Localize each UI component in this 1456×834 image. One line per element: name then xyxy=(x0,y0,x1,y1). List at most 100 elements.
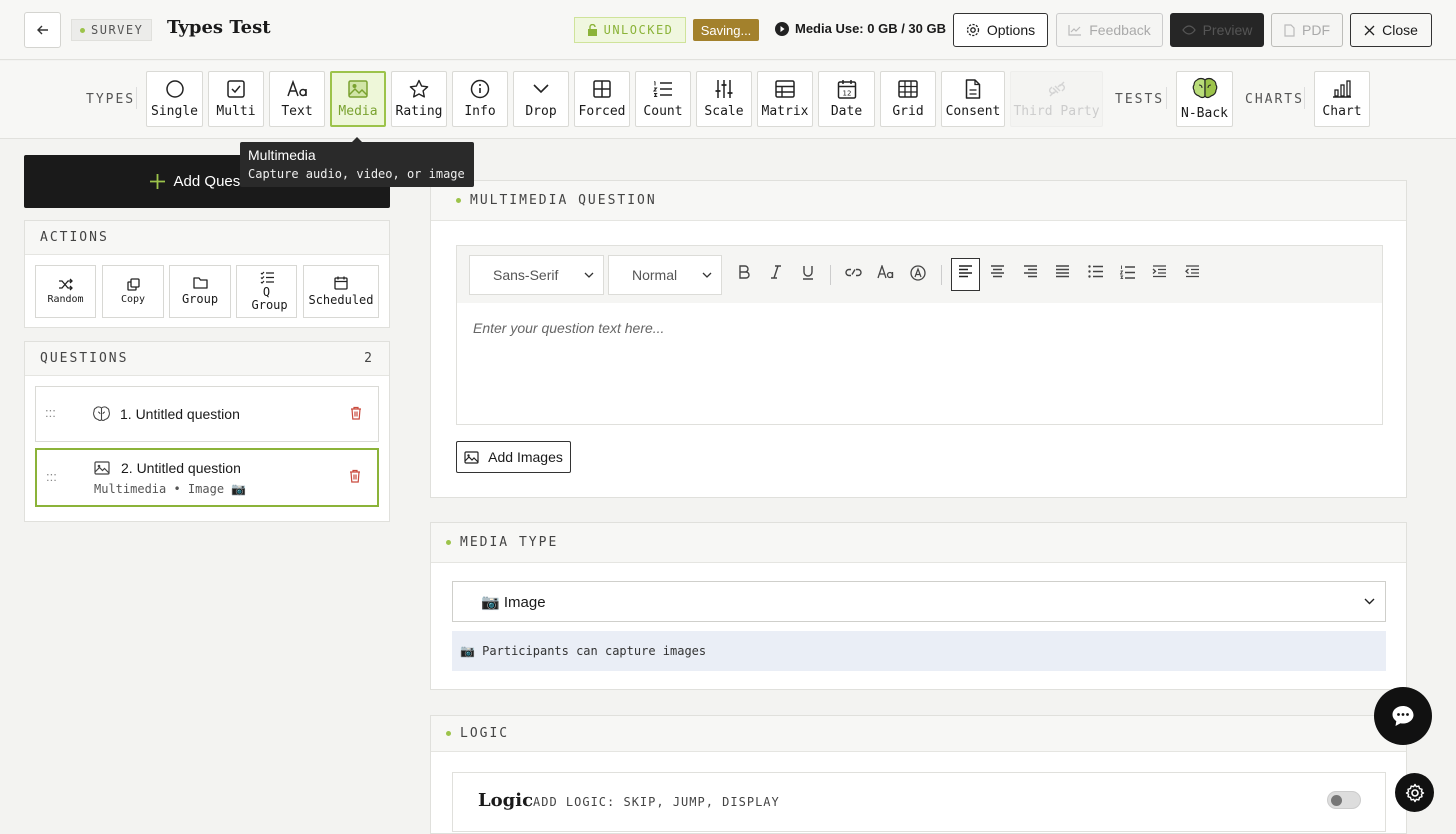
info-icon xyxy=(470,79,490,99)
q-group-button[interactable]: Q Group xyxy=(236,265,297,318)
question-item-1[interactable]: ::: 1. Untitled question xyxy=(35,386,379,442)
scheduled-button[interactable]: Scheduled xyxy=(303,265,379,318)
table-icon xyxy=(898,80,918,98)
pdf-button[interactable]: PDF xyxy=(1271,13,1343,47)
type-media-label: Media xyxy=(338,104,378,119)
text-style-button[interactable] xyxy=(877,265,895,279)
type-forced-button[interactable]: Forced xyxy=(574,71,630,127)
feedback-button[interactable]: Feedback xyxy=(1056,13,1163,47)
unlocked-badge[interactable]: UNLOCKED xyxy=(574,17,686,43)
delete-question-button[interactable] xyxy=(350,406,362,420)
align-right-button[interactable] xyxy=(1023,265,1038,278)
type-media-button[interactable]: Media xyxy=(330,71,386,127)
type-drop-button[interactable]: Drop xyxy=(513,71,569,127)
underline-button[interactable] xyxy=(802,265,814,280)
charts-label: CHARTS xyxy=(1245,92,1304,107)
chevron-down-icon xyxy=(533,84,549,94)
q-group-label: Q Group xyxy=(251,285,288,312)
tooltip-description: Capture audio, video, or image xyxy=(248,167,465,181)
type-consent-button[interactable]: Consent xyxy=(941,71,1005,127)
media-type-select[interactable]: 📷 Image xyxy=(452,581,1386,622)
type-count-button[interactable]: Count xyxy=(635,71,691,127)
ordered-list-button[interactable] xyxy=(1120,265,1135,280)
questions-header-label: QUESTIONS xyxy=(40,351,129,366)
close-button[interactable]: Close xyxy=(1350,13,1432,47)
play-circle-icon xyxy=(775,21,789,36)
editor-toolbar: Sans-Serif Normal xyxy=(457,246,1382,303)
font-family-select[interactable]: Sans-Serif xyxy=(469,255,604,295)
drag-handle-icon[interactable]: ::: xyxy=(45,405,56,420)
settings-button[interactable] xyxy=(1395,773,1434,812)
back-button[interactable] xyxy=(24,12,61,48)
clear-format-button[interactable] xyxy=(910,265,926,281)
questions-header: QUESTIONS 2 xyxy=(25,342,389,376)
calendar-icon xyxy=(334,276,348,290)
question-types-bar: TYPES Single Multi Text Media Rating Inf… xyxy=(0,61,1456,139)
font-size-select[interactable]: Normal xyxy=(608,255,722,295)
bullet-list-button[interactable] xyxy=(1088,265,1103,278)
group-button[interactable]: Group xyxy=(169,265,231,318)
grid-icon xyxy=(593,80,611,98)
logic-toggle[interactable] xyxy=(1327,791,1361,809)
bullet-list-icon xyxy=(1088,265,1103,278)
logic-header-label: LOGIC xyxy=(460,726,510,741)
options-label: Options xyxy=(986,22,1036,38)
link-button[interactable] xyxy=(845,265,862,279)
type-forced-label: Forced xyxy=(578,104,626,119)
document-icon xyxy=(965,79,981,99)
actions-header-label: ACTIONS xyxy=(40,230,109,245)
type-matrix-button[interactable]: Matrix xyxy=(757,71,813,127)
bold-button[interactable] xyxy=(738,265,750,279)
star-icon xyxy=(409,79,429,98)
questions-panel: QUESTIONS 2 ::: 1. Untitled question :::… xyxy=(24,341,390,522)
type-date-button[interactable]: 12 Date xyxy=(818,71,875,127)
options-button[interactable]: Options xyxy=(953,13,1048,47)
copy-label: Copy xyxy=(120,294,146,305)
outdent-icon xyxy=(1185,265,1199,278)
gear-icon xyxy=(966,23,980,37)
delete-question-button[interactable] xyxy=(349,469,361,483)
logic-row: Logic ADD LOGIC: SKIP, JUMP, DISPLAY xyxy=(452,772,1386,832)
align-center-button[interactable] xyxy=(990,265,1005,278)
media-type-card: MEDIA TYPE 📷 Image 📷 Participants can ca… xyxy=(430,522,1407,690)
type-text-button[interactable]: Text xyxy=(269,71,325,127)
chevron-down-icon xyxy=(584,272,594,278)
type-multi-button[interactable]: Multi xyxy=(208,71,264,127)
align-left-icon-wrap xyxy=(958,265,973,278)
page-title: Types Test xyxy=(167,17,271,38)
question-text-placeholder[interactable]: Enter your question text here... xyxy=(473,320,664,336)
type-third-party-button[interactable]: Third Party xyxy=(1010,71,1103,127)
group-label: Group xyxy=(181,292,219,306)
type-multi-label: Multi xyxy=(216,104,256,119)
align-justify-button[interactable] xyxy=(1055,265,1070,278)
calendar-icon: 12 xyxy=(837,80,856,99)
multimedia-question-card: MULTIMEDIA QUESTION Sans-Serif Normal En… xyxy=(430,180,1407,498)
chart-label: Chart xyxy=(1322,104,1362,119)
type-scale-button[interactable]: Scale xyxy=(696,71,752,127)
type-scale-label: Scale xyxy=(704,104,744,119)
text-style-icon xyxy=(877,265,894,279)
multimedia-question-label: MULTIMEDIA QUESTION xyxy=(470,193,657,208)
outdent-button[interactable] xyxy=(1185,265,1200,278)
preview-button[interactable]: Preview xyxy=(1170,13,1264,47)
chart-button[interactable]: Chart xyxy=(1314,71,1370,127)
actions-panel: ACTIONS Random Copy Group Q Group Schedu… xyxy=(24,220,390,328)
drag-handle-icon[interactable]: ::: xyxy=(46,469,57,484)
actions-header: ACTIONS xyxy=(25,221,389,255)
type-third-party-label: Third Party xyxy=(1013,104,1100,119)
question-item-2[interactable]: ::: 2. Untitled question Multimedia • Im… xyxy=(35,448,379,507)
indent-button[interactable] xyxy=(1152,265,1167,278)
random-button[interactable]: Random xyxy=(35,265,96,318)
type-rating-button[interactable]: Rating xyxy=(391,71,447,127)
type-grid-button[interactable]: Grid xyxy=(880,71,936,127)
question-text-editor[interactable]: Sans-Serif Normal Enter your question te… xyxy=(456,245,1383,425)
chat-button[interactable] xyxy=(1374,687,1432,745)
test-n-back-button[interactable]: N-Back xyxy=(1176,71,1233,127)
questions-count: 2 xyxy=(364,351,374,366)
type-single-button[interactable]: Single xyxy=(146,71,203,127)
copy-button[interactable]: Copy xyxy=(102,265,164,318)
add-images-button[interactable]: Add Images xyxy=(456,441,571,473)
italic-button[interactable] xyxy=(770,265,782,279)
italic-icon xyxy=(771,265,781,279)
type-info-button[interactable]: Info xyxy=(452,71,508,127)
